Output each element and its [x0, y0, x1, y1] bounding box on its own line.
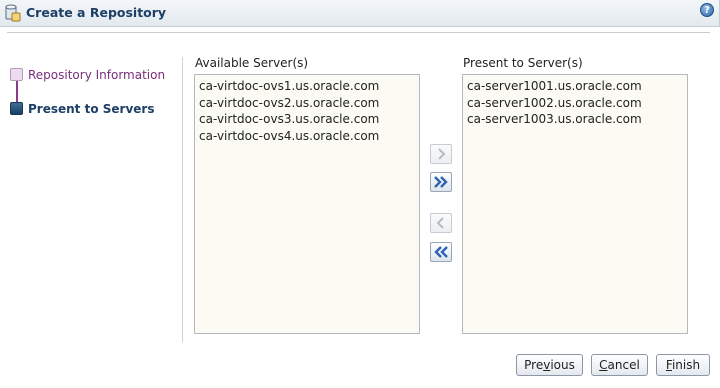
chevron-left-icon — [436, 217, 444, 229]
cancel-accelerator: C — [599, 358, 608, 372]
header-divider — [7, 32, 710, 33]
train-step-marker-visited[interactable] — [10, 68, 23, 81]
double-chevron-left-icon — [434, 246, 448, 258]
train-step-repository-information[interactable]: Repository Information — [28, 68, 165, 82]
previous-button-label: Pre — [524, 358, 544, 372]
repository-icon — [5, 4, 21, 22]
finish-button[interactable]: Finish — [656, 354, 710, 376]
previous-button[interactable]: Previous — [516, 354, 583, 376]
available-servers-caption: Available Server(s) — [195, 56, 309, 70]
cancel-button-label: ancel — [607, 358, 640, 372]
available-servers-listbox[interactable]: ca-virtdoc-ovs1.us.oracle.com ca-virtdoc… — [194, 74, 420, 334]
list-item[interactable]: ca-virtdoc-ovs2.us.oracle.com — [195, 95, 419, 112]
present-servers-listbox[interactable]: ca-server1001.us.oracle.com ca-server100… — [462, 74, 688, 334]
finish-button-label: inish — [671, 358, 701, 372]
move-selected-button[interactable] — [430, 144, 452, 164]
dialog-header: Create a Repository ? — [0, 0, 720, 27]
list-item[interactable]: ca-virtdoc-ovs3.us.oracle.com — [195, 111, 419, 128]
double-chevron-right-icon — [434, 176, 448, 188]
train-step-marker-current — [10, 102, 23, 115]
previous-button-label-rest: ious — [550, 358, 575, 372]
question-mark-icon[interactable]: ? — [700, 3, 714, 17]
list-item[interactable]: ca-server1002.us.oracle.com — [463, 95, 687, 112]
panel-divider — [182, 57, 183, 342]
list-item[interactable]: ca-server1001.us.oracle.com — [463, 75, 687, 95]
remove-all-button[interactable] — [430, 242, 452, 262]
dialog-title: Create a Repository — [26, 5, 167, 20]
train-step-present-to-servers: Present to Servers — [28, 102, 155, 116]
train-connector — [16, 80, 18, 104]
list-item[interactable]: ca-virtdoc-ovs4.us.oracle.com — [195, 128, 419, 145]
chevron-right-icon — [438, 148, 446, 160]
cancel-button[interactable]: Cancel — [591, 354, 648, 376]
list-item[interactable]: ca-server1003.us.oracle.com — [463, 111, 687, 128]
move-all-button[interactable] — [430, 172, 452, 192]
list-item[interactable]: ca-virtdoc-ovs1.us.oracle.com — [195, 75, 419, 95]
remove-selected-button[interactable] — [430, 213, 452, 233]
present-servers-caption: Present to Server(s) — [463, 56, 583, 70]
